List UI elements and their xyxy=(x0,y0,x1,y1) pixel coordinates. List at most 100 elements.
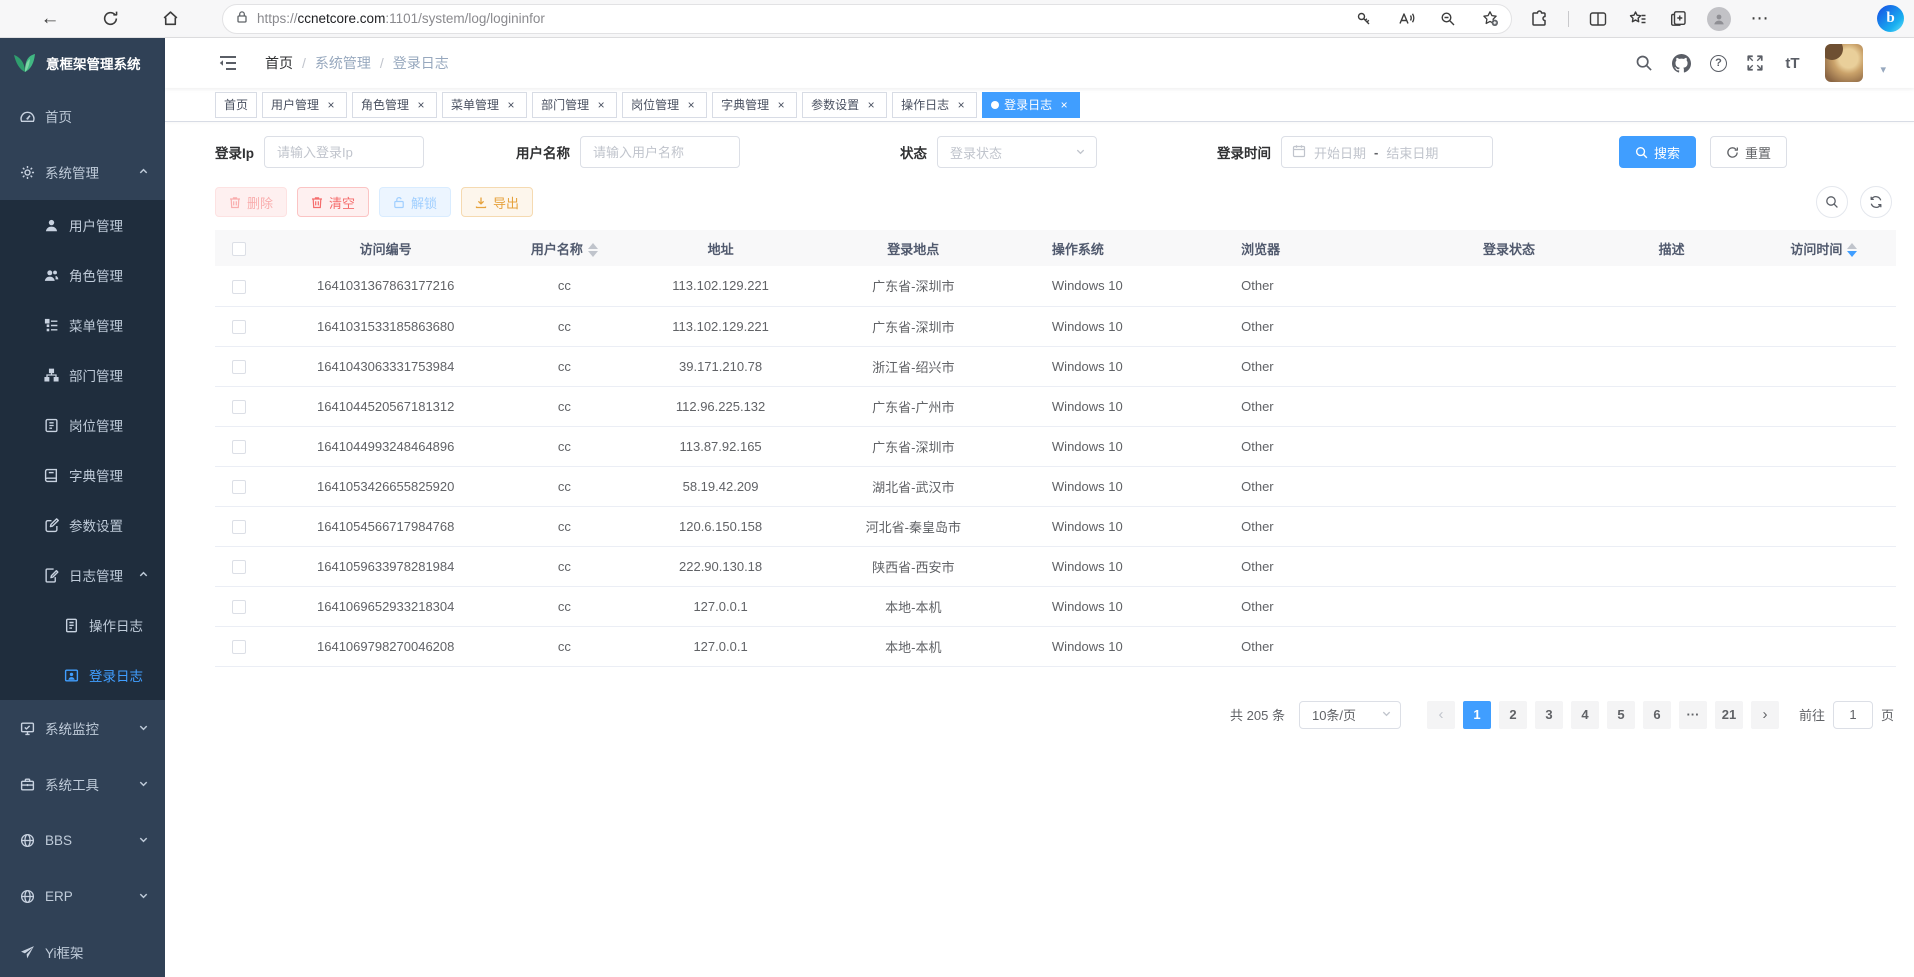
bing-chat-icon[interactable]: b xyxy=(1877,5,1904,32)
sidebar-item-system-mgmt[interactable]: 系统管理 xyxy=(0,144,165,200)
sidebar-item-dict-mgmt[interactable]: 字典管理 xyxy=(0,450,165,500)
toggle-search-icon[interactable] xyxy=(1816,186,1848,218)
table-row[interactable]: 1641053426655825920cc58.19.42.209湖北省-武汉市… xyxy=(215,466,1896,506)
status-select[interactable]: 登录状态 xyxy=(937,136,1097,168)
sidebar-item-user-mgmt[interactable]: 用户管理 xyxy=(0,200,165,250)
sidebar-item-dept-mgmt[interactable]: 部门管理 xyxy=(0,350,165,400)
github-icon[interactable] xyxy=(1671,53,1691,73)
tab-param-settings[interactable]: 参数设置× xyxy=(802,92,887,118)
tab-post-mgmt[interactable]: 岗位管理× xyxy=(622,92,707,118)
row-checkbox[interactable] xyxy=(232,560,246,574)
lock-icon[interactable] xyxy=(235,10,249,27)
address-bar[interactable]: https://ccnetcore.com:1101/system/log/lo… xyxy=(222,4,1512,34)
close-icon[interactable]: × xyxy=(954,98,968,112)
table-row[interactable]: 1641031367863177216cc113.102.129.221广东省-… xyxy=(215,266,1896,306)
tab-menu-mgmt[interactable]: 菜单管理× xyxy=(442,92,527,118)
zoom-out-icon[interactable] xyxy=(1437,8,1459,30)
close-icon[interactable]: × xyxy=(1057,98,1071,112)
tab-dept-mgmt[interactable]: 部门管理× xyxy=(532,92,617,118)
favorite-add-star-icon[interactable] xyxy=(1479,8,1501,30)
select-all-checkbox[interactable] xyxy=(232,242,246,256)
row-checkbox[interactable] xyxy=(232,480,246,494)
avatar-dropdown-caret-icon[interactable]: ▾ xyxy=(1880,63,1886,76)
row-checkbox[interactable] xyxy=(232,280,246,294)
page-size-select[interactable]: 10条/页 xyxy=(1299,701,1401,729)
col-visit-time[interactable]: 访问时间 xyxy=(1752,230,1896,266)
sidebar-item-post-mgmt[interactable]: 岗位管理 xyxy=(0,400,165,450)
sidebar-item-home[interactable]: 首页 xyxy=(0,88,165,144)
page-button-6[interactable]: 6 xyxy=(1643,701,1671,729)
close-icon[interactable]: × xyxy=(324,98,338,112)
browser-settings-more-icon[interactable]: ⋯ xyxy=(1749,8,1771,30)
sidebar-item-yi-framework[interactable]: Yi框架 xyxy=(0,924,165,977)
close-icon[interactable]: × xyxy=(774,98,788,112)
row-checkbox[interactable] xyxy=(232,520,246,534)
sidebar-item-menu-mgmt[interactable]: 菜单管理 xyxy=(0,300,165,350)
browser-profile-avatar[interactable] xyxy=(1707,7,1731,31)
export-button[interactable]: 导出 xyxy=(461,187,533,217)
sidebar-item-system-tools[interactable]: 系统工具 xyxy=(0,756,165,812)
user-avatar[interactable] xyxy=(1825,44,1863,82)
prev-page-icon[interactable]: ‹ xyxy=(1427,701,1455,729)
collections-icon[interactable] xyxy=(1667,8,1689,30)
font-size-icon[interactable]: tT xyxy=(1782,53,1802,73)
user-name-input[interactable] xyxy=(580,136,740,168)
col-user-name[interactable]: 用户名称 xyxy=(508,230,620,266)
browser-home-icon[interactable] xyxy=(156,5,184,33)
reset-button[interactable]: 重置 xyxy=(1710,136,1787,168)
favorites-hub-icon[interactable] xyxy=(1627,8,1649,30)
split-screen-icon[interactable] xyxy=(1587,8,1609,30)
search-button[interactable]: 搜索 xyxy=(1619,136,1696,168)
refresh-table-icon[interactable] xyxy=(1860,186,1892,218)
more-pages-icon[interactable]: ··· xyxy=(1679,701,1707,729)
tab-user-mgmt[interactable]: 用户管理× xyxy=(262,92,347,118)
delete-button[interactable]: 删除 xyxy=(215,187,287,217)
row-checkbox[interactable] xyxy=(232,320,246,334)
page-button-4[interactable]: 4 xyxy=(1571,701,1599,729)
row-checkbox[interactable] xyxy=(232,440,246,454)
table-row[interactable]: 1641043063331753984cc39.171.210.78浙江省-绍兴… xyxy=(215,346,1896,386)
read-aloud-icon[interactable] xyxy=(1395,8,1417,30)
sidebar-item-param-settings[interactable]: 参数设置 xyxy=(0,500,165,550)
clear-button[interactable]: 清空 xyxy=(297,187,369,217)
table-row[interactable]: 1641031533185863680cc113.102.129.221广东省-… xyxy=(215,306,1896,346)
row-checkbox[interactable] xyxy=(232,600,246,614)
sidebar-item-role-mgmt[interactable]: 角色管理 xyxy=(0,250,165,300)
sort-carets-icon[interactable] xyxy=(1847,243,1857,257)
table-row[interactable]: 1641069652933218304cc127.0.0.1本地-本机 Wind… xyxy=(215,586,1896,626)
sort-carets-icon[interactable] xyxy=(588,243,598,257)
row-checkbox[interactable] xyxy=(232,640,246,654)
table-row[interactable]: 1641069798270046208cc127.0.0.1本地-本机 Wind… xyxy=(215,626,1896,666)
page-button-5[interactable]: 5 xyxy=(1607,701,1635,729)
page-button-2[interactable]: 2 xyxy=(1499,701,1527,729)
close-icon[interactable]: × xyxy=(414,98,428,112)
next-page-icon[interactable]: › xyxy=(1751,701,1779,729)
table-row[interactable]: 1641054566717984768cc120.6.150.158河北省-秦皇… xyxy=(215,506,1896,546)
close-icon[interactable]: × xyxy=(684,98,698,112)
sidebar-item-log-mgmt[interactable]: 日志管理 xyxy=(0,550,165,600)
close-icon[interactable]: × xyxy=(864,98,878,112)
table-row[interactable]: 1641044520567181312cc112.96.225.132广东省-广… xyxy=(215,386,1896,426)
page-button-21[interactable]: 21 xyxy=(1715,701,1743,729)
sidebar-collapse-icon[interactable] xyxy=(217,52,239,74)
extensions-icon[interactable] xyxy=(1528,8,1550,30)
tab-dict-mgmt[interactable]: 字典管理× xyxy=(712,92,797,118)
tab-login-log[interactable]: 登录日志× xyxy=(982,92,1080,118)
login-time-range-picker[interactable]: 开始日期 - 结束日期 xyxy=(1281,136,1493,168)
browser-refresh-icon[interactable] xyxy=(96,5,124,33)
sidebar-item-erp[interactable]: ERP xyxy=(0,868,165,924)
help-question-icon[interactable]: ? xyxy=(1708,53,1728,73)
sidebar-item-operation-log[interactable]: 操作日志 xyxy=(0,600,165,650)
password-key-icon[interactable] xyxy=(1353,8,1375,30)
sidebar-item-login-log[interactable]: 登录日志 xyxy=(0,650,165,700)
tab-role-mgmt[interactable]: 角色管理× xyxy=(352,92,437,118)
page-button-1[interactable]: 1 xyxy=(1463,701,1491,729)
row-checkbox[interactable] xyxy=(232,360,246,374)
breadcrumb-home[interactable]: 首页 xyxy=(265,53,293,73)
tab-home[interactable]: 首页 xyxy=(215,92,257,118)
unlock-button[interactable]: 解锁 xyxy=(379,187,451,217)
sidebar-item-bbs[interactable]: BBS xyxy=(0,812,165,868)
browser-back-icon[interactable]: ← xyxy=(36,5,64,33)
close-icon[interactable]: × xyxy=(594,98,608,112)
page-button-3[interactable]: 3 xyxy=(1535,701,1563,729)
